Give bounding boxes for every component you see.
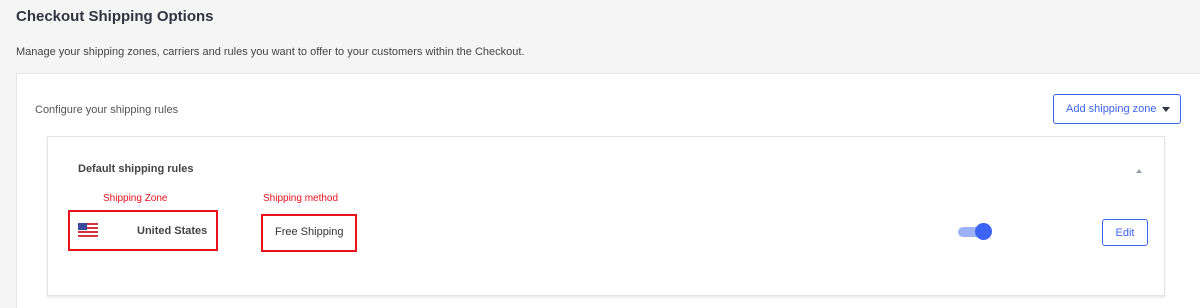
toggle-knob xyxy=(975,223,992,240)
card-subtitle: Configure your shipping rules xyxy=(35,104,179,116)
add-shipping-zone-button[interactable]: Add shipping zone xyxy=(1053,94,1181,124)
collapse-caret-icon[interactable] xyxy=(1136,169,1142,173)
shipping-method-annotation: Shipping method xyxy=(263,193,339,204)
us-flag-icon xyxy=(78,223,98,237)
shipping-method-name: Free Shipping xyxy=(275,226,344,238)
page-description: Manage your shipping zones, carriers and… xyxy=(16,46,525,58)
chevron-down-icon xyxy=(1162,107,1170,112)
default-shipping-rules-panel: Default shipping rules Shipping Zone Shi… xyxy=(47,136,1165,296)
add-shipping-zone-label: Add shipping zone xyxy=(1066,103,1157,115)
page-title: Checkout Shipping Options xyxy=(16,8,214,25)
rules-panel-title: Default shipping rules xyxy=(78,163,194,175)
shipping-rules-card: Configure your shipping rules Add shippi… xyxy=(16,73,1200,308)
shipping-rule-toggle[interactable] xyxy=(958,223,992,241)
edit-button[interactable]: Edit xyxy=(1102,219,1148,246)
shipping-zone-name: United States xyxy=(137,225,208,237)
shipping-zone-annotation: Shipping Zone xyxy=(103,193,168,204)
